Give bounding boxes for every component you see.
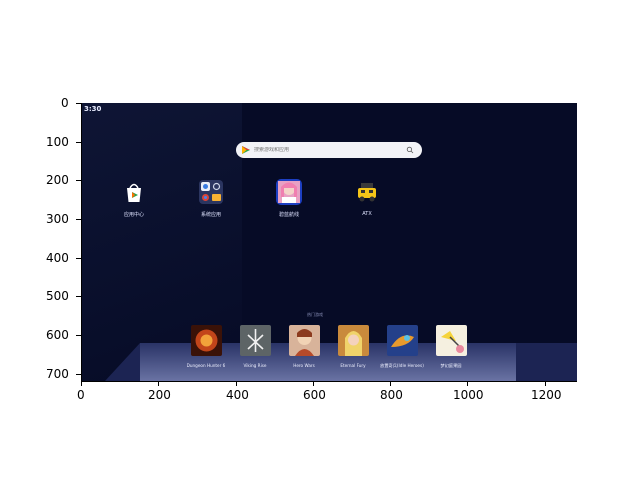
game-dream-orchard[interactable]: 梦幻庭果园 <box>428 325 474 368</box>
x-tick-label: 600 <box>303 388 326 402</box>
search-input[interactable] <box>254 147 404 153</box>
game-eternal-fury[interactable]: Eternal Fury <box>330 325 376 368</box>
status-time: 3:30 <box>84 105 102 113</box>
x-tick-label: 1000 <box>453 388 484 402</box>
app-icon-atx[interactable]: ATX <box>345 179 389 217</box>
game-label: 梦幻庭果园 <box>440 363 462 368</box>
y-tick-label: 600 <box>46 328 69 342</box>
atx-robot-icon <box>358 183 376 202</box>
play-store-icon <box>242 146 250 154</box>
app-icon-azur-lane[interactable]: 碧蓝航线 <box>267 179 311 218</box>
game-label: Eternal Fury <box>340 363 366 368</box>
x-tick-label: 800 <box>380 388 403 402</box>
y-tick-label: 200 <box>46 173 69 187</box>
popular-games-heading: 热门游戏 <box>307 312 323 317</box>
app-label: ATX <box>362 211 372 217</box>
y-tick-label: 400 <box>46 251 69 265</box>
azur-lane-icon <box>276 179 302 205</box>
game-label: 放置奇兵(Idle Heroes) <box>380 363 424 368</box>
viking-rise-icon <box>239 325 271 356</box>
y-tick-label: 100 <box>46 135 69 149</box>
dream-orchard-icon <box>435 325 467 356</box>
eternal-fury-icon <box>337 325 369 356</box>
idle-heroes-icon <box>386 325 418 356</box>
play-store-bag-icon <box>127 183 141 202</box>
system-apps-folder-icon <box>199 180 223 204</box>
game-viking-rise[interactable]: Viking Rise <box>232 325 278 368</box>
y-tick-label: 500 <box>46 289 69 303</box>
app-icon-app-center[interactable]: 应用中心 <box>112 179 156 218</box>
x-tick-label: 400 <box>226 388 249 402</box>
game-label: Viking Rise <box>243 363 267 368</box>
dungeon-hunter-icon <box>190 325 222 356</box>
app-icon-system-apps[interactable]: 系统应用 <box>189 179 233 218</box>
game-idle-heroes[interactable]: 放置奇兵(Idle Heroes) <box>379 325 425 368</box>
android-desktop: 3:30 应用中心 <box>81 103 577 382</box>
app-label: 应用中心 <box>123 212 144 218</box>
y-tick-label: 300 <box>46 212 69 226</box>
app-label: 碧蓝航线 <box>278 212 299 218</box>
game-label: Dungeon Hunter 6 <box>186 363 226 368</box>
game-hero-wars[interactable]: Hero Wars <box>281 325 327 368</box>
search-icon[interactable] <box>406 146 414 154</box>
game-label: Hero Wars <box>293 363 315 368</box>
hero-wars-icon <box>288 325 320 356</box>
search-bar[interactable] <box>236 142 422 158</box>
app-label: 系统应用 <box>200 212 221 218</box>
x-tick-label: 200 <box>148 388 171 402</box>
x-tick-label: 0 <box>77 388 85 402</box>
y-tick-label: 700 <box>46 367 69 381</box>
x-tick-label: 1200 <box>531 388 562 402</box>
y-tick-label: 0 <box>61 96 69 110</box>
game-dungeon-hunter-6[interactable]: Dungeon Hunter 6 <box>183 325 229 368</box>
